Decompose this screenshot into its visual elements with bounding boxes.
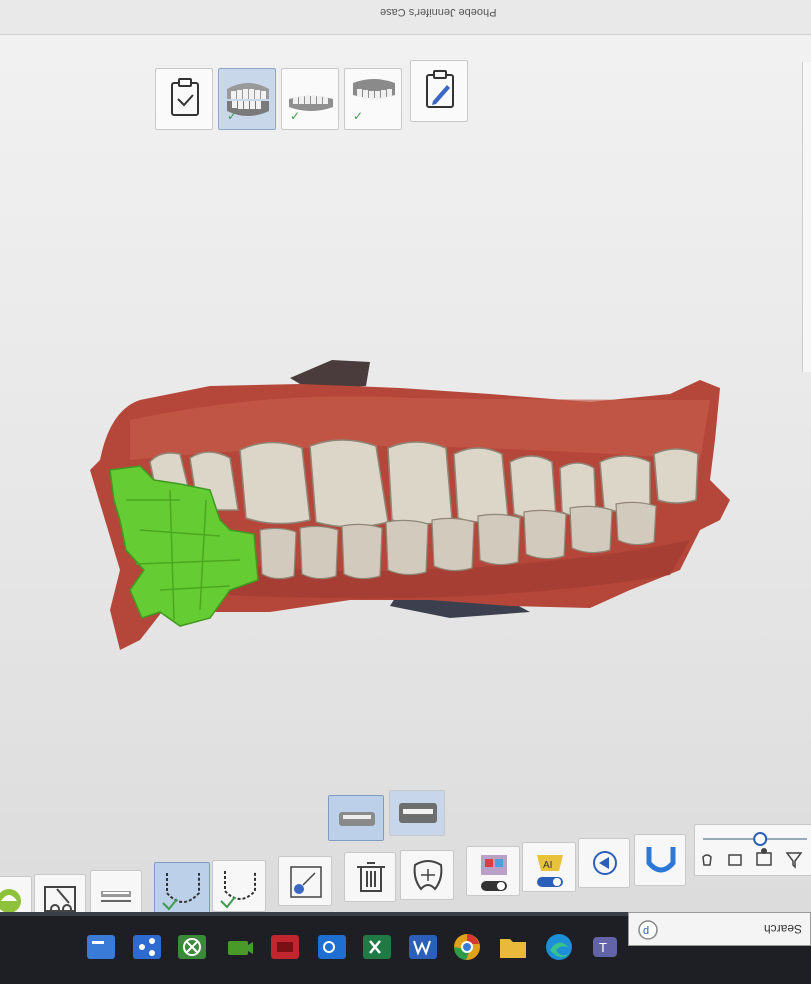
- jaw-front-icon: [399, 803, 437, 823]
- clipboard-pencil-icon: [426, 70, 454, 108]
- step-prescription-button[interactable]: [155, 68, 213, 130]
- tooth-color-icon: [0, 889, 21, 912]
- chrome-app[interactable]: [450, 930, 484, 964]
- title-bar: Phoebe Jennifer's Case: [0, 0, 811, 35]
- step-complete-check-icon: ✓: [227, 109, 238, 123]
- teams-app[interactable]: T: [588, 930, 622, 964]
- file-explorer-app[interactable]: [84, 930, 118, 964]
- ai-scan-toggle-button[interactable]: AI: [522, 842, 576, 892]
- bite-icon: [101, 891, 131, 902]
- upper-arch-select-icon: [220, 871, 256, 909]
- lower-arch-select-button[interactable]: [154, 862, 210, 912]
- scanner-level-slider[interactable]: [695, 825, 811, 877]
- ai-scan-toggle-icon: AI: [537, 855, 563, 887]
- margin-tool-button[interactable]: [400, 850, 454, 900]
- dental-scan-3d-model[interactable]: [70, 350, 750, 660]
- svg-text:T: T: [599, 940, 607, 955]
- step-complete-check-icon: ✓: [353, 109, 364, 123]
- occlusion-toggle-icon: [481, 855, 507, 891]
- red-app[interactable]: [268, 930, 302, 964]
- bite-tool-button[interactable]: [90, 870, 142, 912]
- taskbar-search-box[interactable]: d Search: [628, 912, 811, 946]
- xbox-app[interactable]: [175, 930, 209, 964]
- delete-tool-button[interactable]: [344, 852, 396, 902]
- step-scan-upper-button[interactable]: ✓: [344, 68, 402, 130]
- share-app[interactable]: [130, 930, 164, 964]
- upper-arch-select-button[interactable]: [212, 860, 266, 912]
- clipboard-check-icon: [171, 78, 199, 116]
- word-app[interactable]: [406, 930, 440, 964]
- lower-arch-select-icon: [162, 873, 200, 911]
- view-jaw-side-button[interactable]: [328, 795, 384, 841]
- occlusion-toggle-button[interactable]: [466, 846, 520, 896]
- search-placeholder: Search: [763, 922, 802, 936]
- edge-app[interactable]: [542, 930, 576, 964]
- jaw-side-icon: [339, 812, 375, 826]
- share-model-icon: [290, 866, 322, 898]
- tooth-small-icon[interactable]: [702, 854, 712, 866]
- search-app-icon: d: [638, 920, 658, 940]
- view-jaw-front-button[interactable]: [389, 790, 445, 836]
- excel-app[interactable]: [360, 930, 394, 964]
- share-tool-button[interactable]: [278, 856, 332, 906]
- cut-tool-button[interactable]: [34, 874, 86, 912]
- step-scan-lower-button[interactable]: ✓: [281, 68, 339, 130]
- arch-view-icon: [646, 847, 676, 873]
- color-tool-button[interactable]: [0, 876, 32, 912]
- play-back-button[interactable]: [578, 838, 630, 888]
- svg-text:d: d: [643, 925, 649, 937]
- right-side-panel[interactable]: [802, 62, 811, 372]
- window-title: Phoebe Jennifer's Case: [380, 6, 497, 18]
- taskbar: d Search T: [0, 912, 811, 984]
- step-complete-check-icon: ✓: [290, 109, 301, 123]
- svg-text:AI: AI: [543, 860, 552, 871]
- scissors-model-icon: [44, 886, 76, 912]
- filter-icon[interactable]: [785, 852, 803, 869]
- play-back-icon: [593, 851, 617, 875]
- slider-knob[interactable]: [753, 832, 768, 846]
- arch-view-button[interactable]: [634, 834, 686, 886]
- step-scan-bite-button[interactable]: ✓: [218, 68, 276, 130]
- scanner-settings-panel: [694, 824, 811, 876]
- application-screen: Phoebe Jennifer's Case ✓ ✓ ✓ AI: [0, 0, 811, 912]
- tooth-margin-icon: [413, 860, 443, 891]
- step-edit-notes-button[interactable]: [410, 60, 468, 122]
- scanner-high-icon[interactable]: [756, 848, 772, 866]
- scanner-low-icon[interactable]: [728, 854, 742, 866]
- folder-app[interactable]: [496, 930, 530, 964]
- trash-icon: [357, 862, 385, 892]
- camera-app[interactable]: [222, 930, 256, 964]
- outlook-app[interactable]: [315, 930, 349, 964]
